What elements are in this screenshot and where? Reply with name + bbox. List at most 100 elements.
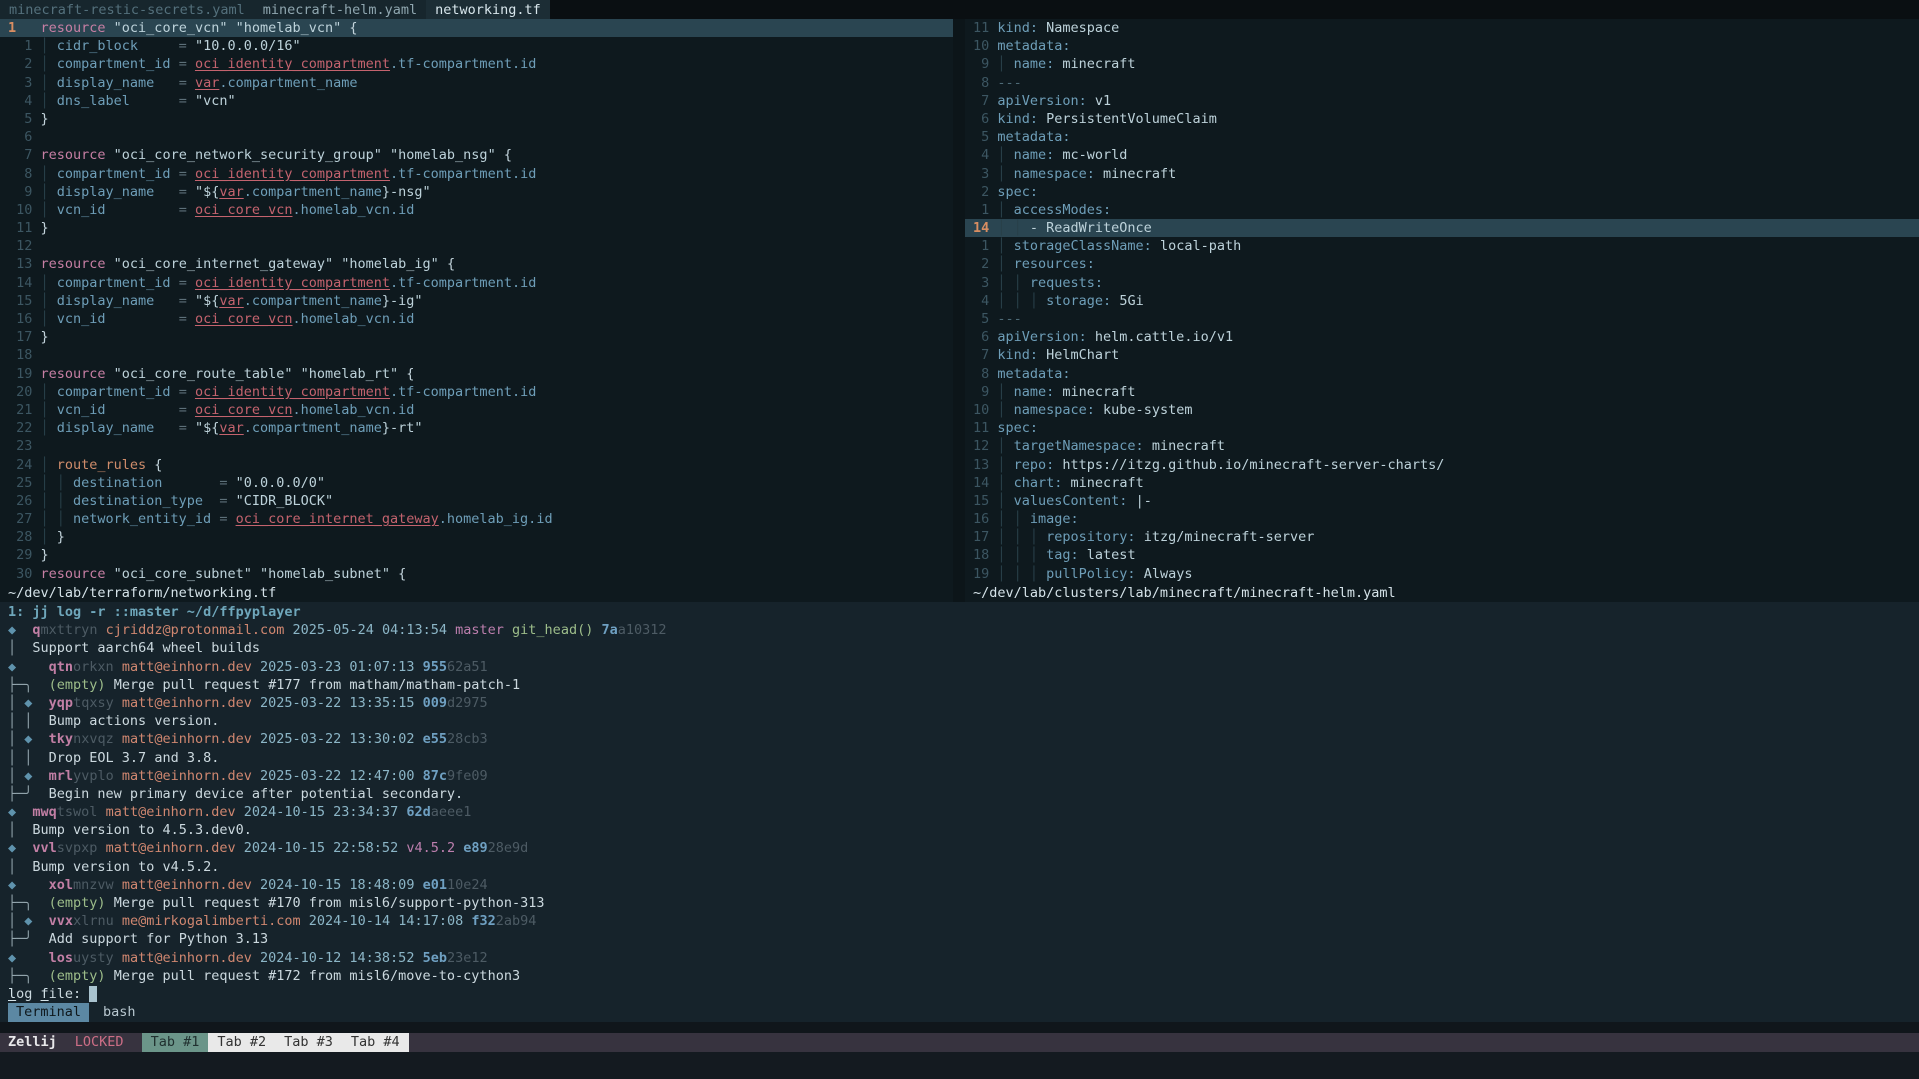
code-line[interactable]: 28│ } — [0, 528, 953, 546]
code-line[interactable]: 14│ │ - ReadWriteOnce — [965, 219, 1919, 237]
code-line[interactable]: 2spec: — [965, 183, 1919, 201]
code-line[interactable]: 15│ display_name = "${var.compartment_na… — [0, 292, 953, 310]
code-line[interactable]: 18 — [0, 346, 953, 364]
code-line[interactable]: 16│ vcn_id = oci_core_vcn.homelab_vcn.id — [0, 310, 953, 328]
code-line[interactable]: 5--- — [965, 310, 1919, 328]
terminal-pane[interactable]: 1: jj log -r ::master ~/d/ffpyplayer ◆ q… — [0, 602, 1919, 1003]
code-line[interactable]: 12│ targetNamespace: minecraft — [965, 437, 1919, 455]
code-line[interactable]: 8│ compartment_id = oci_identity_compart… — [0, 165, 953, 183]
code-line[interactable]: 10metadata: — [965, 37, 1919, 55]
code-line[interactable]: 7apiVersion: v1 — [965, 92, 1919, 110]
code-line[interactable]: 2│ compartment_id = oci_identity_compart… — [0, 55, 953, 73]
line-number: 8 — [8, 165, 32, 183]
code-line[interactable]: 19resource "oci_core_route_table" "homel… — [0, 365, 953, 383]
buffer-tab-minecraft-restic-secrets-yaml[interactable]: minecraft-restic-secrets.yaml — [0, 0, 254, 19]
code-line[interactable]: 5metadata: — [965, 128, 1919, 146]
code-line[interactable]: 2│ resources: — [965, 255, 1919, 273]
line-number: 27 — [8, 510, 32, 528]
code-line[interactable]: 13resource "oci_core_internet_gateway" "… — [0, 255, 953, 273]
line-number: 17 — [8, 328, 32, 346]
code-line[interactable]: 14│ chart: minecraft — [965, 474, 1919, 492]
log-row: ├─╯ Begin new primary device after poten… — [0, 785, 1919, 803]
code-line[interactable]: 1│ cidr_block = "10.0.0.0/16" — [0, 37, 953, 55]
code-line[interactable]: 8metadata: — [965, 365, 1919, 383]
code-line[interactable]: 6kind: PersistentVolumeClaim — [965, 110, 1919, 128]
line-number: 18 — [973, 546, 989, 564]
line-number: 19 — [8, 365, 32, 383]
code-line[interactable]: 26│ │ destination_type = "CIDR_BLOCK" — [0, 492, 953, 510]
line-number: 8 — [973, 365, 989, 383]
code-line[interactable]: 9│ display_name = "${var.compartment_nam… — [0, 183, 953, 201]
line-number: 12 — [8, 237, 32, 255]
log-row: │ Bump version to 4.5.3.dev0. — [0, 821, 1919, 839]
editor-pane-minecraft-helm-yaml[interactable]: 11kind: Namespace10metadata:9│ name: min… — [965, 19, 1919, 602]
left-editor-statusline: ~/dev/lab/terraform/networking.tf — [0, 584, 953, 602]
code-line[interactable]: 20│ compartment_id = oci_identity_compar… — [0, 383, 953, 401]
zellij-tab-Tab-2[interactable]: Tab #2 — [208, 1033, 275, 1052]
code-line[interactable]: 11kind: Namespace — [965, 19, 1919, 37]
code-line[interactable]: 17│ │ │ repository: itzg/minecraft-serve… — [965, 528, 1919, 546]
line-number: 15 — [8, 292, 32, 310]
code-line[interactable]: 29} — [0, 546, 953, 564]
code-line[interactable]: 22│ display_name = "${var.compartment_na… — [0, 419, 953, 437]
code-line[interactable]: 6 — [0, 128, 953, 146]
code-line[interactable]: 9│ name: minecraft — [965, 383, 1919, 401]
code-line[interactable]: 1│ storageClassName: local-path — [965, 237, 1919, 255]
command-text: 1: jj log -r ::master ~/d/ffpyplayer — [8, 604, 301, 620]
code-line[interactable]: 25│ │ destination = "0.0.0.0/0" — [0, 474, 953, 492]
line-number: 16 — [973, 510, 989, 528]
code-line[interactable]: 27│ │ network_entity_id = oci_core_inter… — [0, 510, 953, 528]
code-line[interactable]: 9│ name: minecraft — [965, 55, 1919, 73]
code-line[interactable]: 3│ │ requests: — [965, 274, 1919, 292]
code-line[interactable]: 19│ │ │ pullPolicy: Always — [965, 565, 1919, 583]
code-line[interactable]: 16│ │ image: — [965, 510, 1919, 528]
terminal-log: ◆ qmxttryn cjriddz@protonmail.com 2025-0… — [0, 621, 1919, 1003]
line-number: 26 — [8, 492, 32, 510]
zellij-tab-Tab-4[interactable]: Tab #4 — [342, 1033, 409, 1052]
code-line[interactable]: 1│ accessModes: — [965, 201, 1919, 219]
code-line[interactable]: 3│ display_name = var.compartment_name — [0, 74, 953, 92]
line-number: 9 — [973, 55, 989, 73]
code-line[interactable]: 30resource "oci_core_subnet" "homelab_su… — [0, 565, 953, 583]
code-line[interactable]: 5} — [0, 110, 953, 128]
zellij-tab-Tab-3[interactable]: Tab #3 — [275, 1033, 342, 1052]
code-line[interactable]: 6apiVersion: helm.cattle.io/v1 — [965, 328, 1919, 346]
code-line[interactable]: 4│ name: mc-world — [965, 146, 1919, 164]
code-line[interactable]: 7kind: HelmChart — [965, 346, 1919, 364]
code-line[interactable]: 3│ namespace: minecraft — [965, 165, 1919, 183]
line-number: 10 — [973, 37, 989, 55]
zellij-tab-Tab-1[interactable]: Tab #1 — [142, 1033, 209, 1052]
buffer-tab-minecraft-helm-yaml[interactable]: minecraft-helm.yaml — [254, 0, 426, 19]
code-line[interactable]: 1resource "oci_core_vcn" "homelab_vcn" { — [0, 19, 953, 37]
line-number: 24 — [8, 456, 32, 474]
code-line[interactable]: 17} — [0, 328, 953, 346]
code-line[interactable]: 14│ compartment_id = oci_identity_compar… — [0, 274, 953, 292]
code-line[interactable]: 13│ repo: https://itzg.github.io/minecra… — [965, 456, 1919, 474]
line-number: 3 — [973, 274, 989, 292]
code-line[interactable]: 23 — [0, 437, 953, 455]
line-number: 28 — [8, 528, 32, 546]
terminal-input-line[interactable]: log file: — [0, 985, 1919, 1003]
code-line[interactable]: 10│ vcn_id = oci_core_vcn.homelab_vcn.id — [0, 201, 953, 219]
code-line[interactable]: 15│ valuesContent: |- — [965, 492, 1919, 510]
code-line[interactable]: 7resource "oci_core_network_security_gro… — [0, 146, 953, 164]
code-line[interactable]: 21│ vcn_id = oci_core_vcn.homelab_vcn.id — [0, 401, 953, 419]
line-number: 15 — [973, 492, 989, 510]
code-line[interactable]: 11spec: — [965, 419, 1919, 437]
line-number: 1 — [973, 201, 989, 219]
code-line[interactable]: 24│ route_rules { — [0, 456, 953, 474]
pane-divider[interactable] — [953, 19, 965, 602]
line-number: 8 — [973, 74, 989, 92]
code-line[interactable]: 4│ dns_label = "vcn" — [0, 92, 953, 110]
code-line[interactable]: 12 — [0, 237, 953, 255]
editor-pane-networking-tf[interactable]: 1resource "oci_core_vcn" "homelab_vcn" {… — [0, 19, 953, 602]
code-line[interactable]: 10│ namespace: kube-system — [965, 401, 1919, 419]
code-line[interactable]: 8--- — [965, 74, 1919, 92]
buffer-tab-networking-tf[interactable]: networking.tf — [426, 0, 550, 19]
terminal-mode-chip: Terminal — [8, 1003, 89, 1022]
code-line[interactable]: 4│ │ │ storage: 5Gi — [965, 292, 1919, 310]
zellij-tabs: Tab #1Tab #2Tab #3Tab #4 — [142, 1033, 409, 1052]
code-line[interactable]: 11} — [0, 219, 953, 237]
log-row: ├─╮ (empty) Merge pull request #177 from… — [0, 676, 1919, 694]
code-line[interactable]: 18│ │ │ tag: latest — [965, 546, 1919, 564]
